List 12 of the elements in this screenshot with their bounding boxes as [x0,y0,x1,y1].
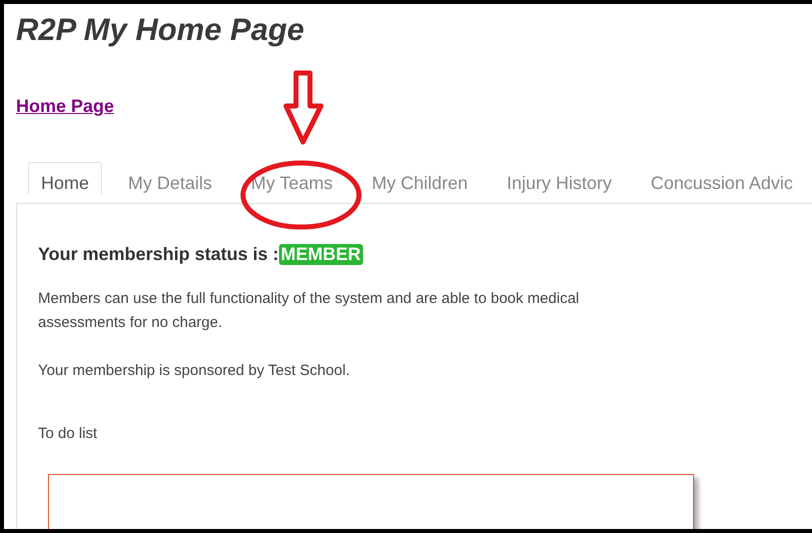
info-text: Members can use the full functionality of the system and are able to book medical assessments for no charge. [38,289,580,333]
membership-heading: Your membership status is : [38,244,279,265]
tab[interactable]: My Details [115,162,226,193]
tab[interactable]: Concussion Advic [638,162,806,193]
todo-label: To do list [38,425,98,442]
tab[interactable]: Injury History [494,162,625,193]
page-title: R2P My Home Page [16,12,306,48]
tab[interactable]: Home [28,162,102,194]
info-text: Your membership is sponsored by Test School. [38,361,351,381]
home-page-link[interactable]: Home Page [16,96,114,117]
tab[interactable]: My Children [358,162,481,193]
status-badge: MEMBER [278,244,363,265]
